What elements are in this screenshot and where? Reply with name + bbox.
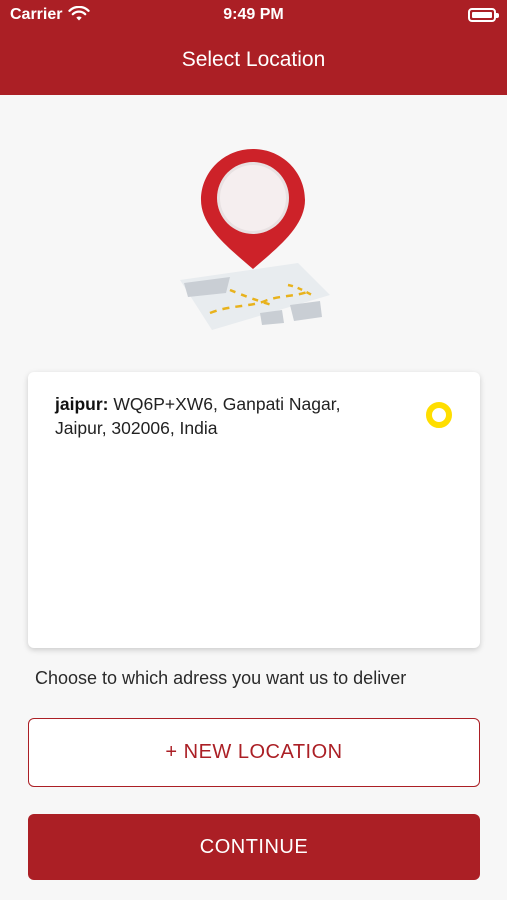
location-card[interactable]: jaipur: WQ6P+XW6, Ganpati Nagar, Jaipur,… [28,372,480,648]
continue-button[interactable]: CONTINUE [28,814,480,880]
status-time: 9:49 PM [223,6,284,23]
page-title: Select Location [181,48,326,71]
location-city: jaipur: [55,394,109,414]
new-location-button[interactable]: + NEW LOCATION [28,718,480,787]
map-pin-icon [180,149,330,330]
battery-icon [468,8,499,22]
location-address: jaipur: WQ6P+XW6, Ganpati Nagar, Jaipur,… [55,392,395,440]
status-bar: Carrier 9:49 PM [0,0,507,30]
location-radio-selected[interactable] [426,402,452,428]
delivery-hint: Choose to which adress you want us to de… [35,668,407,688]
location-illustration [170,145,340,345]
app-header: Carrier 9:49 PM Select Location [0,0,507,95]
